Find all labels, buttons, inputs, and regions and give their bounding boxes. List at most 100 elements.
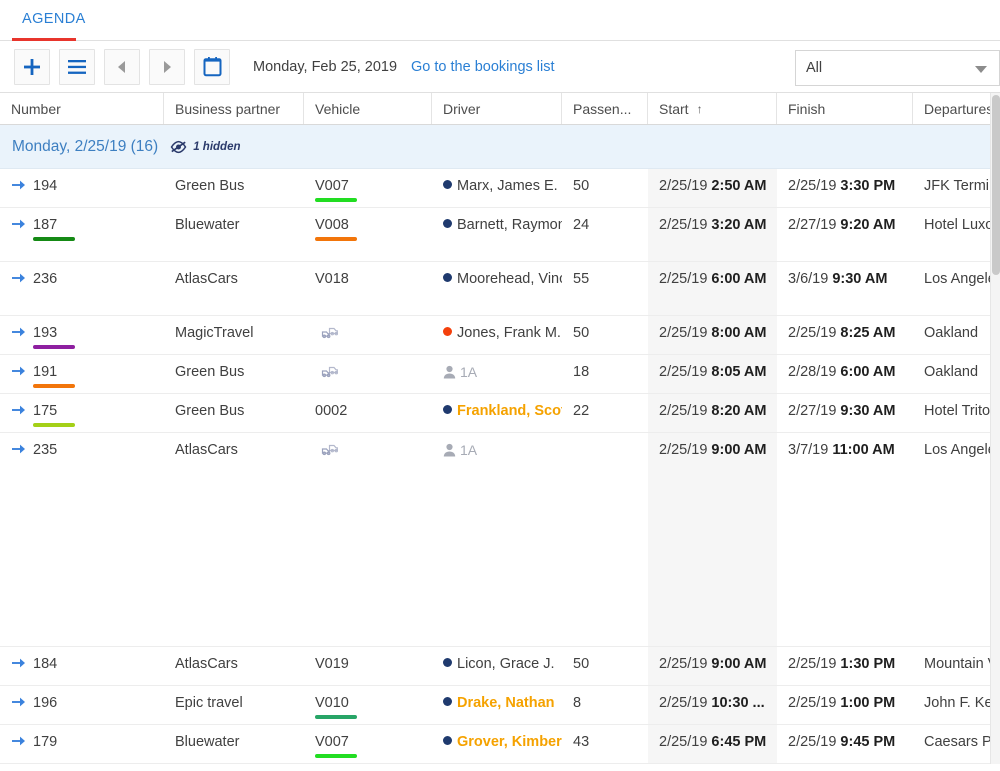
cell-business-partner[interactable]: MagicTravel [164, 316, 304, 354]
cell-departures[interactable]: Hotel Triton [913, 394, 1000, 432]
cell-start[interactable]: 2/25/19 10:30 ... [648, 686, 777, 724]
hidden-count[interactable]: 1 hidden [170, 140, 240, 154]
table-row[interactable]: 193 MagicTravel Jones, Frank M. 50 2/25/19 8… [0, 316, 1000, 355]
add-button[interactable] [14, 48, 50, 85]
cell-number[interactable]: 184 [0, 647, 164, 685]
cell-business-partner[interactable]: Bluewater [164, 208, 304, 261]
group-header-row[interactable]: Monday, 2/25/19 (16) 1 hidden [0, 125, 1000, 169]
cell-business-partner[interactable]: AtlasCars [164, 433, 304, 646]
cell-business-partner[interactable]: Green Bus [164, 169, 304, 207]
table-row[interactable]: 175 Green Bus 0002 Frankland, Scott 22 2/25/1… [0, 394, 1000, 433]
table-row[interactable]: 179 Bluewater V007 Grover, Kimberly43 2/25/1… [0, 725, 1000, 764]
cell-number[interactable]: 179 [0, 725, 164, 763]
cell-start[interactable]: 2/25/19 3:20 AM [648, 208, 777, 261]
cell-passengers[interactable]: 50 [562, 169, 648, 207]
column-header-driver[interactable]: Driver [432, 93, 562, 124]
cell-departures[interactable]: John F. Kennedy [913, 686, 1000, 724]
column-header-pass[interactable]: Passen... [562, 93, 648, 124]
vehicle-placeholder[interactable] [315, 444, 340, 460]
cell-vehicle[interactable] [304, 316, 432, 354]
cell-passengers[interactable]: 24 [562, 208, 648, 261]
cell-driver[interactable]: 1A [432, 433, 562, 646]
cell-business-partner[interactable]: AtlasCars [164, 647, 304, 685]
cell-driver[interactable]: Marx, James E. [432, 169, 562, 207]
cell-start[interactable]: 2/25/19 2:50 AM [648, 169, 777, 207]
cell-vehicle[interactable]: V007 [304, 169, 432, 207]
table-row[interactable]: 196 Epic travel V010 Drake, Nathan 8 2/25/19 … [0, 686, 1000, 725]
cell-passengers[interactable]: 55 [562, 262, 648, 315]
column-header-start[interactable]: Start ↑ [648, 93, 777, 124]
cell-business-partner[interactable]: AtlasCars [164, 262, 304, 315]
vertical-scrollbar[interactable] [990, 93, 1000, 764]
cell-start[interactable]: 2/25/19 9:00 AM [648, 433, 777, 646]
cell-vehicle[interactable]: V010 [304, 686, 432, 724]
cell-number[interactable]: 175 [0, 394, 164, 432]
cell-passengers[interactable]: 50 [562, 647, 648, 685]
previous-day-button[interactable] [104, 48, 140, 85]
cell-finish[interactable]: 2/25/19 1:00 PM [777, 686, 913, 724]
cell-number[interactable]: 191 [0, 355, 164, 393]
cell-driver[interactable]: 1A [432, 355, 562, 393]
cell-finish[interactable]: 2/27/19 9:30 AM [777, 394, 913, 432]
column-header-finish[interactable]: Finish [777, 93, 913, 124]
cell-start[interactable]: 2/25/19 9:00 AM [648, 647, 777, 685]
cell-number[interactable]: 194 [0, 169, 164, 207]
cell-departures[interactable]: Los Angeles [913, 262, 1000, 315]
column-header-partner[interactable]: Business partner [164, 93, 304, 124]
cell-number[interactable]: 235 [0, 433, 164, 646]
cell-departures[interactable]: Oakland [913, 316, 1000, 354]
table-row[interactable]: 191 Green Bus 1A 18 2/25/19 8:05 AM 2/28/19 6… [0, 355, 1000, 394]
cell-number[interactable]: 196 [0, 686, 164, 724]
cell-finish[interactable]: 2/25/19 3:30 PM [777, 169, 913, 207]
scrollbar-thumb[interactable] [992, 95, 1000, 275]
cell-passengers[interactable]: 22 [562, 394, 648, 432]
cell-finish[interactable]: 2/27/19 9:20 AM [777, 208, 913, 261]
cell-vehicle[interactable] [304, 355, 432, 393]
cell-finish[interactable]: 3/7/19 11:00 AM [777, 433, 913, 646]
tab-agenda[interactable]: AGENDA [12, 0, 96, 36]
cell-driver[interactable]: Frankland, Scott [432, 394, 562, 432]
cell-departures[interactable]: Oakland [913, 355, 1000, 393]
column-header-number[interactable]: Number [0, 93, 164, 124]
cell-vehicle[interactable]: V007 [304, 725, 432, 763]
cell-vehicle[interactable]: 0002 [304, 394, 432, 432]
cell-departures[interactable]: Caesars Palace [913, 725, 1000, 763]
column-header-vehicle[interactable]: Vehicle [304, 93, 432, 124]
cell-finish[interactable]: 2/25/19 9:45 PM [777, 725, 913, 763]
cell-driver[interactable]: Barnett, Raymond [432, 208, 562, 261]
cell-start[interactable]: 2/25/19 6:00 AM [648, 262, 777, 315]
table-row[interactable]: 187 Bluewater V008 Barnett, Raymond24 2/25/1… [0, 208, 1000, 262]
cell-finish[interactable]: 3/6/19 9:30 AM [777, 262, 913, 315]
cell-finish[interactable]: 2/28/19 6:00 AM [777, 355, 913, 393]
cell-start[interactable]: 2/25/19 8:05 AM [648, 355, 777, 393]
cell-start[interactable]: 2/25/19 8:20 AM [648, 394, 777, 432]
calendar-button[interactable] [194, 48, 230, 85]
cell-passengers[interactable]: 8 [562, 686, 648, 724]
vehicle-placeholder[interactable] [315, 366, 340, 382]
cell-departures[interactable]: JFK Terminal [913, 169, 1000, 207]
cell-passengers[interactable]: 43 [562, 725, 648, 763]
filter-dropdown[interactable]: All [795, 50, 1000, 86]
cell-driver[interactable]: Drake, Nathan [432, 686, 562, 724]
table-row[interactable]: 184 AtlasCars V019 Licon, Grace J. 50 2/25/19… [0, 647, 1000, 686]
cell-finish[interactable]: 2/25/19 1:30 PM [777, 647, 913, 685]
column-header-dep[interactable]: Departures [913, 93, 1000, 124]
table-row[interactable]: 194 Green Bus V007 Marx, James E. 50 2/25/19 … [0, 169, 1000, 208]
cell-driver[interactable]: Grover, Kimberly [432, 725, 562, 763]
cell-driver[interactable]: Moorehead, Vince [432, 262, 562, 315]
table-row[interactable]: 235 AtlasCars 1A 2/25/19 9:00 AM 3/7/19 11:0… [0, 433, 1000, 647]
cell-number[interactable]: 193 [0, 316, 164, 354]
cell-finish[interactable]: 2/25/19 8:25 AM [777, 316, 913, 354]
cell-driver[interactable]: Licon, Grace J. [432, 647, 562, 685]
cell-business-partner[interactable]: Green Bus [164, 394, 304, 432]
cell-number[interactable]: 236 [0, 262, 164, 315]
cell-vehicle[interactable]: V018 [304, 262, 432, 315]
cell-passengers[interactable] [562, 433, 648, 646]
menu-button[interactable] [59, 48, 95, 85]
cell-business-partner[interactable]: Green Bus [164, 355, 304, 393]
cell-departures[interactable]: Mountain View [913, 647, 1000, 685]
cell-business-partner[interactable]: Epic travel [164, 686, 304, 724]
cell-start[interactable]: 2/25/19 8:00 AM [648, 316, 777, 354]
cell-passengers[interactable]: 50 [562, 316, 648, 354]
cell-driver[interactable]: Jones, Frank M. [432, 316, 562, 354]
